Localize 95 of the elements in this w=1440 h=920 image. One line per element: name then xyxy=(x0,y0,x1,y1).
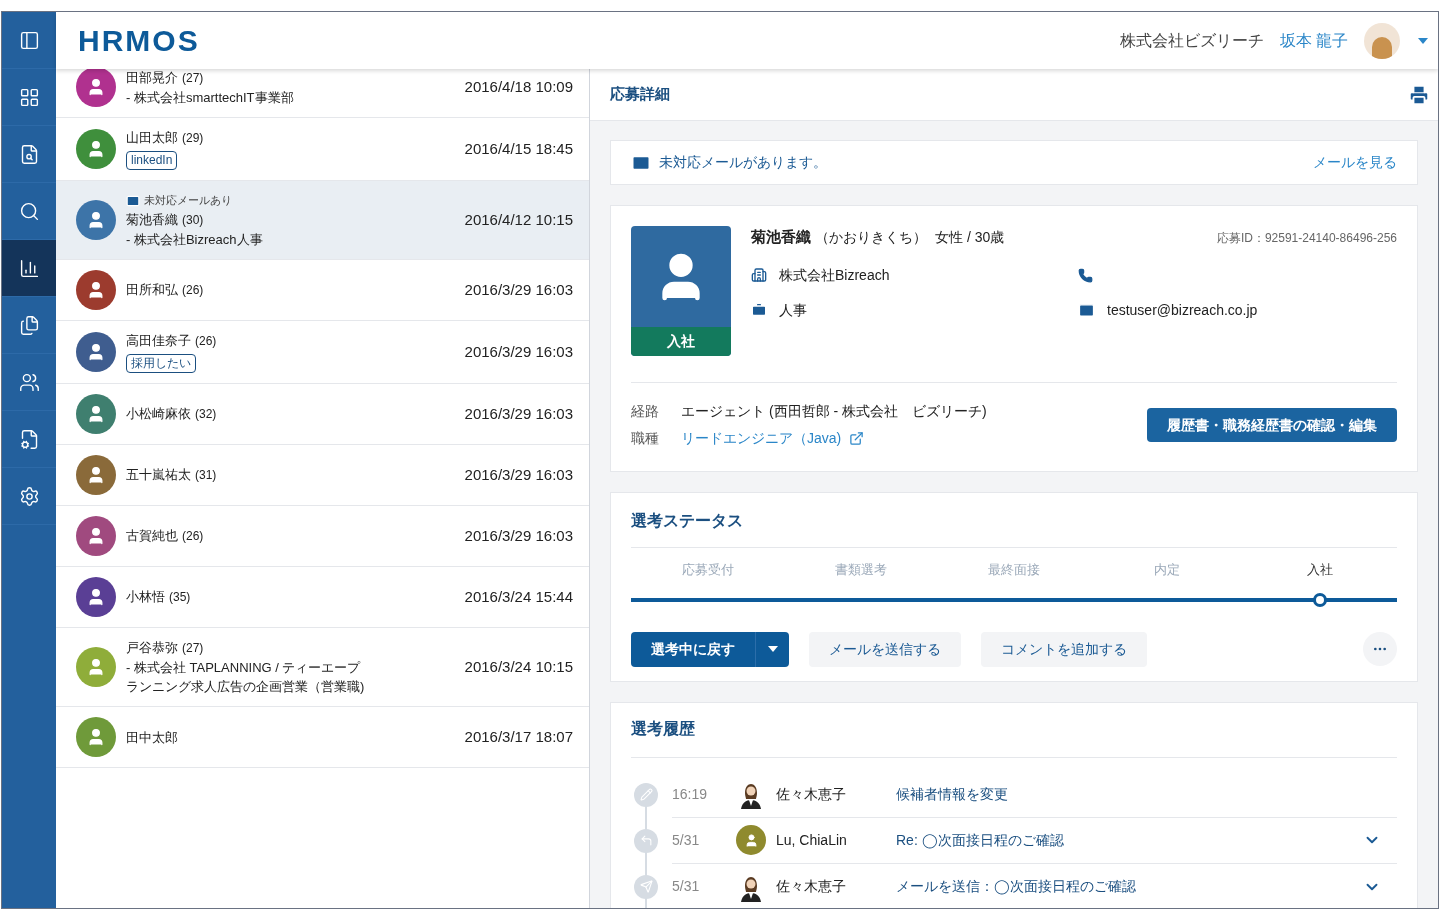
candidate-name: 菊池香織 xyxy=(126,211,178,229)
history-time: 5/31 xyxy=(672,830,701,850)
candidate-name: 五十嵐祐太 xyxy=(126,466,191,484)
documents-icon xyxy=(18,314,40,336)
profile-department: 人事 xyxy=(779,300,807,320)
people-icon xyxy=(18,371,40,393)
dashboard-icon xyxy=(18,86,40,108)
panel-title: 応募詳細 xyxy=(610,84,671,105)
candidate-age: (32) xyxy=(195,406,217,423)
resume-button[interactable]: 履歴書・職務経歴書の確認・編集 xyxy=(1147,408,1397,442)
candidate-name: 田中太郎 xyxy=(126,728,178,747)
profile-email: testuser@bizreach.co.jp xyxy=(1107,300,1258,320)
stage-label: 応募受付 xyxy=(680,561,735,579)
candidate-age: (31) xyxy=(195,467,217,484)
candidate-name: 小松崎麻依 xyxy=(126,405,191,423)
print-icon[interactable] xyxy=(1408,83,1430,106)
caret-icon[interactable] xyxy=(767,646,778,652)
candidate-date: 2016/4/18 10:09 xyxy=(464,76,573,97)
action-button[interactable]: コメントを追加する xyxy=(981,631,1147,667)
stage-label: 書類選考 xyxy=(833,561,888,579)
unread-mail-notice: 未対応メールあり xyxy=(144,193,232,208)
candidate-age: (26) xyxy=(182,528,204,545)
stage-label: 内定 xyxy=(1153,561,1182,579)
card-title: 選考履歴 xyxy=(631,716,1397,758)
mail-notice-text: 未対応メールがあります。 xyxy=(659,153,828,172)
candidate-age: (26) xyxy=(195,333,217,350)
user-avatar-icon[interactable] xyxy=(1364,22,1400,59)
search-icon xyxy=(18,200,40,222)
application-id: 応募ID：92591-24140-86496-256 xyxy=(1216,230,1397,247)
candidate-name: 山田太郎 xyxy=(126,129,178,147)
profile-company: 株式会社Bizreach xyxy=(779,265,890,285)
sidebar-item[interactable] xyxy=(2,240,56,297)
candidate-date: 2016/3/17 18:07 xyxy=(464,726,573,747)
candidate-date: 2016/4/12 10:15 xyxy=(464,209,573,230)
candidate-date: 2016/3/29 16:03 xyxy=(464,525,573,546)
job-link[interactable]: リードエンジニア（Java) xyxy=(681,428,842,449)
candidate-age: (27) xyxy=(182,640,204,657)
document-settings-icon xyxy=(18,428,40,450)
route-value: エージェント (西田哲郎 - 株式会社 ビズリーチ) xyxy=(681,402,988,421)
candidate-name: 戸谷恭弥 xyxy=(126,639,178,657)
candidate-tag: 採用したい xyxy=(126,354,196,373)
briefcase-icon xyxy=(751,302,767,318)
candidate-name: 田部晃介 xyxy=(126,69,178,87)
history-person: 佐々木恵子 xyxy=(776,784,847,804)
hire-status-label: 入社 xyxy=(631,327,731,356)
user-name-link[interactable]: 坂本 龍子 xyxy=(1279,28,1348,53)
logo[interactable]: HRMOS xyxy=(78,18,200,63)
history-time: 5/31 xyxy=(672,877,701,896)
profile-gender-age: 女性 / 30歳 xyxy=(935,228,1006,247)
route-label: 経路 xyxy=(631,402,660,421)
candidate-tag: linkedIn xyxy=(126,151,178,170)
action-button[interactable]: メールを送信する xyxy=(809,631,961,667)
history-text: 候補者情報を変更 xyxy=(896,784,1009,804)
phone-icon xyxy=(1078,267,1093,283)
candidate-date: 2016/3/29 16:03 xyxy=(464,341,573,362)
building-icon xyxy=(751,267,767,283)
history-text: メールを送信：◯次面接日程のご確認 xyxy=(896,877,1137,897)
job-label: 職種 xyxy=(631,429,660,448)
candidate-name: 古賀純也 xyxy=(126,527,178,545)
profile-kana: （かおりきくち） xyxy=(815,228,927,247)
candidate-age: (27) xyxy=(182,69,204,87)
candidate-date: 2016/3/29 16:03 xyxy=(464,464,573,485)
candidate-name: 小林悟 xyxy=(126,588,165,606)
history-person: 佐々木恵子 xyxy=(776,877,847,896)
back-to-screening-button[interactable]: 選考中に戻す xyxy=(631,631,789,667)
candidate-company: - 株式会社Bizreach人事 xyxy=(126,231,264,249)
candidate-row[interactable]: 未対応メールあり 菊池香織 (30) - 株式会社Bizreach人事 2016/4/12 10:15 xyxy=(56,181,589,260)
candidate-age: (35) xyxy=(169,589,191,606)
card-title: 選考ステータス xyxy=(631,509,1397,548)
view-mail-link[interactable]: メールを見る xyxy=(1313,152,1397,173)
candidate-age: (30) xyxy=(182,212,204,229)
candidate-age: (26) xyxy=(182,282,204,299)
candidate-name: 田所和弘 xyxy=(126,281,178,299)
profile-name: 菊池香織 xyxy=(751,227,811,247)
stage-label: 入社 xyxy=(1306,561,1335,579)
external-link-icon[interactable] xyxy=(849,431,865,446)
candidate-company: - 株式会社smarttechIT事業部 xyxy=(126,88,295,107)
candidate-date: 2016/4/15 18:45 xyxy=(464,138,573,159)
history-time: 16:19 xyxy=(672,784,709,804)
history-text: Re: ◯次面接日程のご確認 xyxy=(896,830,1065,851)
caret-icon[interactable] xyxy=(1418,37,1428,44)
candidate-date: 2016/3/24 15:44 xyxy=(464,586,573,607)
company-name: 株式会社ビズリーチ xyxy=(1119,30,1264,51)
candidate-date: 2016/3/29 16:03 xyxy=(464,279,573,300)
candidate-company: - 株式会社 TAPLANNING / ティーエープランニング求人広告の企画営業（営業職) xyxy=(126,659,366,696)
history-person: Lu, ChiaLin xyxy=(776,830,848,850)
candidate-age: (29) xyxy=(182,130,204,147)
stage-label: 最終面接 xyxy=(987,561,1041,579)
chart-icon xyxy=(18,257,40,279)
candidate-name: 高田佳奈子 xyxy=(126,332,191,350)
settings-icon xyxy=(18,485,40,507)
panel-icon xyxy=(18,29,40,51)
candidate-row[interactable]: 田部晃介 (27) - 株式会社smarttechIT事業部 2016/4/18 10:09 xyxy=(56,69,589,118)
candidate-date: 2016/3/24 10:15 xyxy=(464,656,573,677)
candidate-date: 2016/3/29 16:03 xyxy=(464,403,573,424)
